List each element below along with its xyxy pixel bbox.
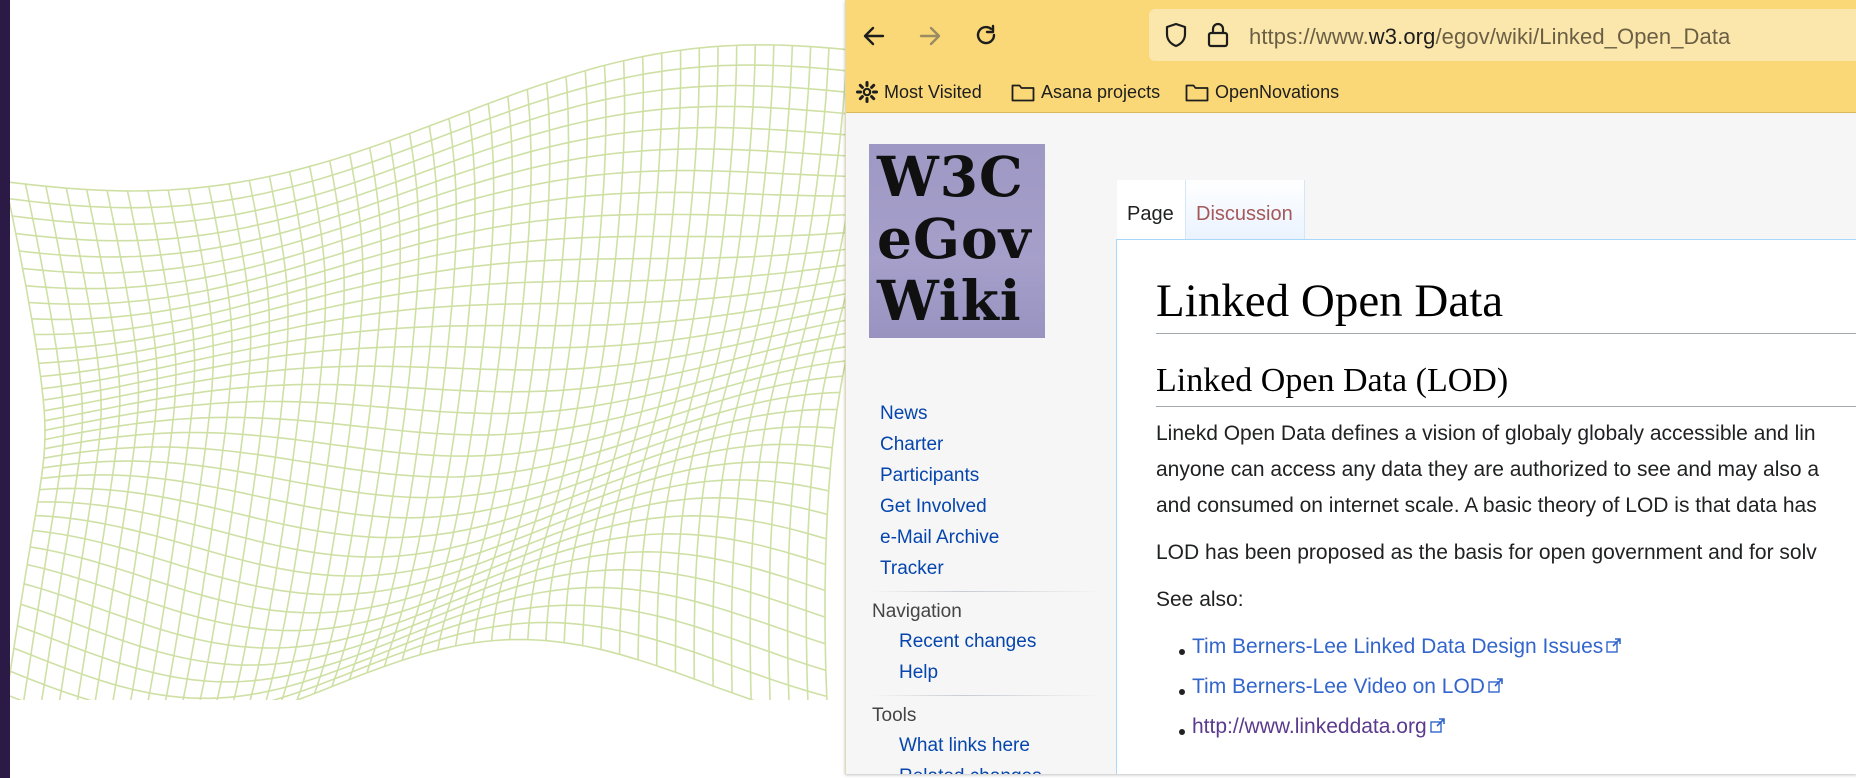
url-prefix: https://www. — [1249, 24, 1369, 49]
sidebar-item-participants[interactable]: Participants — [880, 465, 979, 487]
external-link-icon — [1488, 678, 1503, 693]
tab-discussion[interactable]: Discussion — [1185, 180, 1305, 239]
back-button[interactable] — [856, 18, 892, 54]
sidebar-item-help[interactable]: Help — [899, 662, 938, 684]
arrow-left-icon — [863, 26, 885, 46]
wiki-page: W3C eGov Wiki News Charter Participants … — [846, 113, 1856, 774]
logo-text: W3C eGov Wiki — [877, 144, 1032, 333]
folder-icon — [1185, 84, 1209, 102]
navigation-heading: Navigation — [872, 601, 962, 622]
w3c-egov-wiki-logo[interactable]: W3C eGov Wiki — [869, 144, 1045, 338]
tab-label: Discussion — [1196, 203, 1293, 225]
address-bar[interactable]: https://www.w3.org/egov/wiki/Linked_Open… — [1149, 9, 1856, 61]
bookmark-opennovations[interactable]: OpenNovations — [1185, 80, 1339, 104]
folder-icon — [1011, 84, 1035, 102]
sidebar-item-recent-changes[interactable]: Recent changes — [899, 631, 1036, 653]
bookmark-most-visited[interactable]: Most Visited — [856, 80, 982, 104]
url-host: w3.org — [1368, 24, 1436, 49]
content-area: Page Discussion Linked Open Data Linked … — [1116, 180, 1856, 774]
section-heading: Linked Open Data (LOD) — [1156, 362, 1509, 399]
sidebar-item-get-involved[interactable]: Get Involved — [880, 496, 987, 518]
wave-mesh-graphic — [10, 44, 855, 700]
sidebar-item-charter[interactable]: Charter — [880, 434, 943, 456]
bookmarks-toolbar: Most Visited Asana projects OpenNovation… — [846, 72, 1856, 113]
see-also-label: See also: — [1156, 588, 1244, 611]
section-divider — [1156, 406, 1856, 407]
external-link-icon — [1429, 718, 1445, 733]
tools-heading: Tools — [872, 705, 917, 726]
tab-label: Page — [1127, 203, 1174, 225]
link-design-issues[interactable]: Tim Berners-Lee Linked Data Design Issue… — [1192, 635, 1603, 658]
reload-icon — [976, 24, 996, 45]
url-path: /egov/wiki/Linked_Open_Data — [1435, 24, 1731, 49]
forward-button[interactable] — [912, 18, 948, 54]
sidebar-item-news[interactable]: News — [880, 403, 928, 425]
bullet — [1179, 729, 1185, 735]
sidebar-divider — [872, 591, 1102, 592]
browser-toolbar: https://www.w3.org/egov/wiki/Linked_Open… — [846, 0, 1856, 72]
paragraph-line: and consumed on internet scale. A basic … — [1156, 494, 1817, 517]
sidebar-item-email-archive[interactable]: e-Mail Archive — [880, 527, 999, 549]
link-linkeddata-org[interactable]: http://www.linkeddata.org — [1192, 715, 1427, 738]
sidebar-item-what-links-here[interactable]: What links here — [899, 735, 1030, 757]
reload-button[interactable] — [968, 18, 1004, 54]
gear-icon — [856, 81, 878, 103]
paragraph-line: Linekd Open Data defines a vision of glo… — [1156, 422, 1816, 445]
external-link-icon — [1606, 638, 1622, 653]
bookmark-label: Asana projects — [1041, 81, 1161, 102]
url-text[interactable]: https://www.w3.org/egov/wiki/Linked_Open… — [1249, 24, 1730, 50]
lock-icon[interactable] — [1206, 21, 1230, 49]
link-video-on-lod[interactable]: Tim Berners-Lee Video on LOD — [1192, 675, 1485, 698]
paragraph-2: LOD has been proposed as the basis for o… — [1156, 541, 1817, 564]
tab-page[interactable]: Page — [1117, 180, 1185, 239]
bullet — [1179, 689, 1185, 695]
list-item: Tim Berners-Lee Video on LOD — [1192, 675, 1503, 699]
bullet — [1179, 649, 1185, 655]
shield-icon[interactable] — [1163, 22, 1189, 48]
sidebar-item-tracker[interactable]: Tracker — [880, 558, 944, 580]
paragraph-line: anyone can access any data they are auth… — [1156, 458, 1820, 481]
bookmark-asana-projects[interactable]: Asana projects — [1011, 80, 1160, 104]
list-item: http://www.linkeddata.org — [1192, 715, 1445, 739]
page-title: Linked Open Data — [1156, 275, 1504, 327]
bookmark-label: OpenNovations — [1215, 81, 1340, 102]
sidebar-divider — [872, 695, 1102, 696]
bookmark-label: Most Visited — [884, 81, 982, 102]
arrow-right-icon — [919, 26, 941, 46]
list-item: Tim Berners-Lee Linked Data Design Issue… — [1192, 635, 1622, 659]
browser-window: https://www.w3.org/egov/wiki/Linked_Open… — [845, 0, 1856, 774]
title-divider — [1156, 333, 1856, 334]
sidebar-item-related-changes[interactable]: Related changes — [899, 766, 1042, 774]
